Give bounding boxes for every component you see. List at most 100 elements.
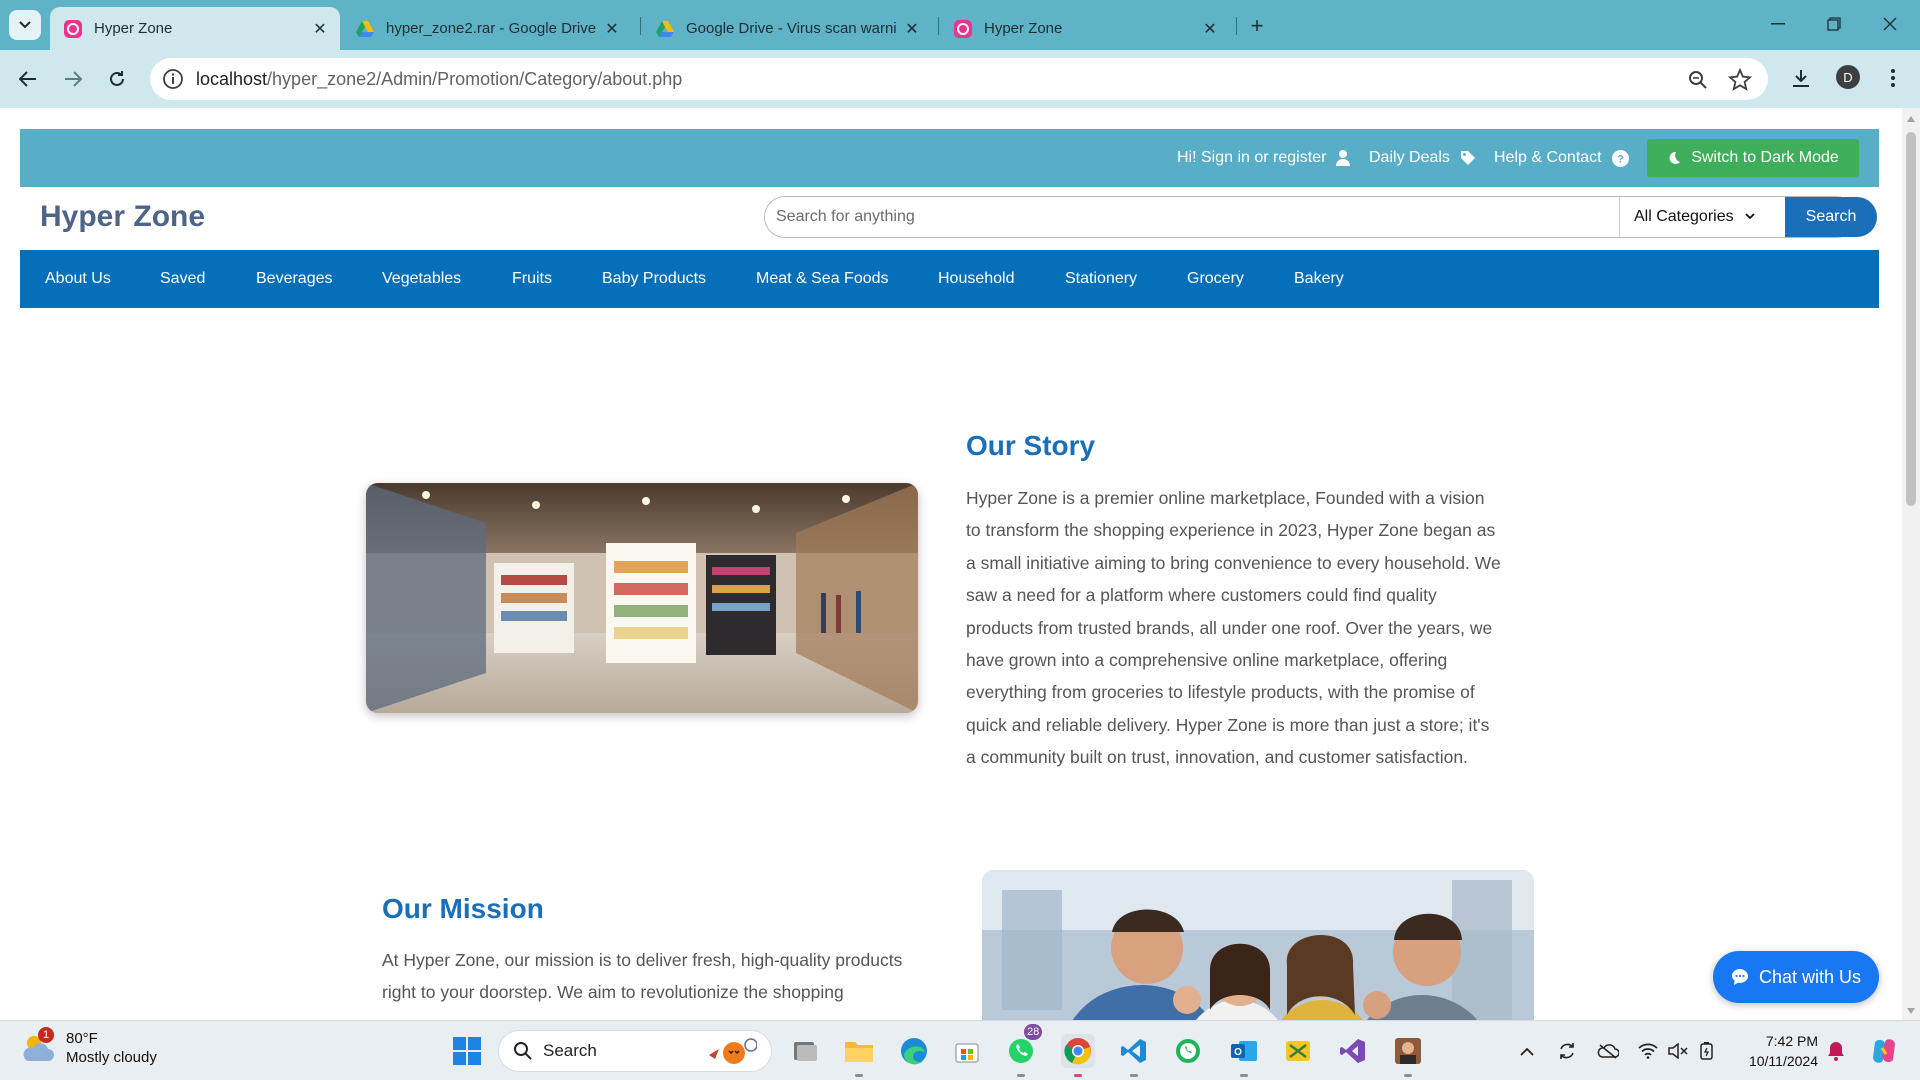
reload-button[interactable] xyxy=(100,62,134,96)
onedrive-tray-icon[interactable] xyxy=(1597,1040,1619,1062)
downloads-button[interactable] xyxy=(1786,63,1816,93)
search-highlight-icon xyxy=(709,1038,757,1064)
category-select[interactable]: All Categories xyxy=(1619,197,1765,237)
signin-link[interactable]: Hi! Sign in or register xyxy=(1177,129,1351,187)
nav-item-meat-sea-foods[interactable]: Meat & Sea Foods xyxy=(756,250,889,308)
weather-widget[interactable]: 1 80°F Mostly cloudy xyxy=(20,1027,157,1067)
tab-search-button[interactable] xyxy=(9,10,41,40)
close-tab-icon[interactable]: ✕ xyxy=(902,19,922,39)
close-icon xyxy=(1883,17,1897,31)
nav-item-saved[interactable]: Saved xyxy=(160,250,205,308)
story-line: saw a need for a platform where customer… xyxy=(966,585,1437,606)
taskbar-search-box[interactable]: Search xyxy=(498,1030,772,1072)
battery-tray-icon[interactable] xyxy=(1697,1040,1719,1062)
dark-mode-toggle-button[interactable]: Switch to Dark Mode xyxy=(1647,139,1859,177)
svg-text:?: ? xyxy=(1617,153,1624,165)
tray-overflow-button[interactable] xyxy=(1516,1040,1538,1062)
nav-item-household[interactable]: Household xyxy=(938,250,1015,308)
volume-tray-icon[interactable] xyxy=(1667,1040,1689,1062)
restore-icon xyxy=(1827,17,1841,31)
sync-tray-icon[interactable] xyxy=(1556,1040,1578,1062)
file-explorer-button[interactable] xyxy=(842,1034,876,1077)
folder-icon xyxy=(845,1042,873,1062)
copilot-icon xyxy=(1873,1039,1895,1063)
copilot-button[interactable] xyxy=(1868,1035,1900,1067)
tab-title: hyper_zone2.rar - Google Drive xyxy=(386,20,597,37)
tab-separator xyxy=(1236,17,1237,35)
start-button[interactable] xyxy=(450,1034,484,1068)
outlook-button[interactable]: O xyxy=(1227,1034,1261,1077)
whatsapp-badge: 28 xyxy=(1024,1024,1043,1040)
wifi-icon xyxy=(1638,1043,1658,1059)
browser-tab[interactable]: hyper_zone2.rar - Google Drive ✕ xyxy=(342,7,632,50)
restore-button[interactable] xyxy=(1806,0,1862,48)
close-tab-icon[interactable]: ✕ xyxy=(1200,19,1220,39)
kebab-menu-icon xyxy=(1891,69,1895,87)
search-input[interactable] xyxy=(765,197,1619,237)
nav-item-fruits[interactable]: Fruits xyxy=(512,250,552,308)
bookmark-star-icon[interactable] xyxy=(1728,68,1752,92)
scroll-down-arrow-icon[interactable] xyxy=(1907,1008,1915,1014)
close-window-button[interactable] xyxy=(1862,0,1918,48)
profile-avatar[interactable]: D xyxy=(1836,65,1860,89)
whatsapp-button[interactable]: 28 xyxy=(1004,1024,1043,1077)
nav-item-bakery[interactable]: Bakery xyxy=(1294,250,1344,308)
browser-toolbar: localhost/hyper_zone2/Admin/Promotion/Ca… xyxy=(0,50,1920,108)
address-bar[interactable]: localhost/hyper_zone2/Admin/Promotion/Ca… xyxy=(150,58,1768,100)
microsoft-store-button[interactable] xyxy=(950,1034,984,1068)
zoom-icon[interactable] xyxy=(1686,68,1710,92)
chat-with-us-button[interactable]: Chat with Us xyxy=(1713,951,1879,1003)
daily-deals-link[interactable]: Daily Deals xyxy=(1369,129,1476,187)
our-story-heading: Our Story xyxy=(966,430,1096,461)
back-button[interactable] xyxy=(11,62,45,96)
windows-taskbar: 1 80°F Mostly cloudy Search 28 O 7:42 PM… xyxy=(0,1020,1920,1080)
nav-item-baby-products[interactable]: Baby Products xyxy=(602,250,706,308)
notification-bell[interactable] xyxy=(1825,1040,1847,1062)
running-indicator xyxy=(1130,1074,1138,1077)
vscode-button[interactable] xyxy=(1117,1034,1151,1077)
task-view-button[interactable] xyxy=(788,1034,822,1068)
tab-title: Google Drive - Virus scan warni xyxy=(686,20,897,37)
edge-button[interactable] xyxy=(897,1034,931,1068)
help-contact-link[interactable]: Help & Contact ? xyxy=(1494,129,1629,187)
nav-item-vegetables[interactable]: Vegetables xyxy=(382,250,461,308)
forward-button[interactable] xyxy=(56,62,90,96)
nav-item-grocery[interactable]: Grocery xyxy=(1187,250,1244,308)
app-thumbnail-button[interactable] xyxy=(1391,1034,1425,1077)
site-logo[interactable]: Hyper Zone xyxy=(40,200,205,234)
nav-item-about-us[interactable]: About Us xyxy=(45,250,111,308)
new-tab-button[interactable]: + xyxy=(1243,12,1271,40)
snipping-tool-button[interactable] xyxy=(1281,1034,1315,1068)
site-info-icon[interactable] xyxy=(162,68,184,90)
scrollbar-thumb[interactable] xyxy=(1906,132,1916,506)
top-utility-bar: Hi! Sign in or register Daily Deals Help… xyxy=(20,129,1879,187)
browser-tab[interactable]: Hyper Zone ✕ xyxy=(50,7,340,50)
happy-customers-image xyxy=(982,870,1534,1020)
nav-item-stationery[interactable]: Stationery xyxy=(1065,250,1137,308)
story-line: everything from groceries to lifestyle p… xyxy=(966,682,1475,703)
mission-line: At Hyper Zone, our mission is to deliver… xyxy=(382,950,903,970)
chrome-button[interactable] xyxy=(1061,1034,1095,1077)
hyperzone-favicon-icon xyxy=(954,19,972,38)
our-story-paragraph: Hyper Zone is a premier online marketpla… xyxy=(966,482,1556,774)
browser-tab[interactable]: Google Drive - Virus scan warni ✕ xyxy=(642,7,932,50)
whatsapp-web-button[interactable] xyxy=(1171,1034,1205,1068)
close-tab-icon[interactable]: ✕ xyxy=(310,19,330,39)
nav-item-beverages[interactable]: Beverages xyxy=(256,250,333,308)
close-tab-icon[interactable]: ✕ xyxy=(602,19,622,39)
daily-deals-label: Daily Deals xyxy=(1369,149,1450,166)
url-path: /hyper_zone2/Admin/Promotion/Category/ab… xyxy=(267,68,683,89)
running-indicator xyxy=(855,1074,863,1077)
search-button[interactable]: Search xyxy=(1785,197,1877,237)
scroll-up-arrow-icon[interactable] xyxy=(1907,116,1915,122)
wifi-tray-icon[interactable] xyxy=(1637,1040,1659,1062)
question-circle-icon: ? xyxy=(1611,149,1629,167)
minimize-button[interactable] xyxy=(1750,0,1806,48)
browser-tab[interactable]: Hyper Zone ✕ xyxy=(940,7,1230,50)
vscode-icon xyxy=(1121,1039,1146,1063)
page-scrollbar[interactable] xyxy=(1902,108,1920,1020)
chevron-up-icon xyxy=(1520,1047,1534,1056)
visual-studio-button[interactable] xyxy=(1336,1034,1370,1068)
browser-menu-button[interactable] xyxy=(1878,63,1908,93)
taskbar-clock[interactable]: 7:42 PM 10/11/2024 xyxy=(1736,1031,1818,1071)
